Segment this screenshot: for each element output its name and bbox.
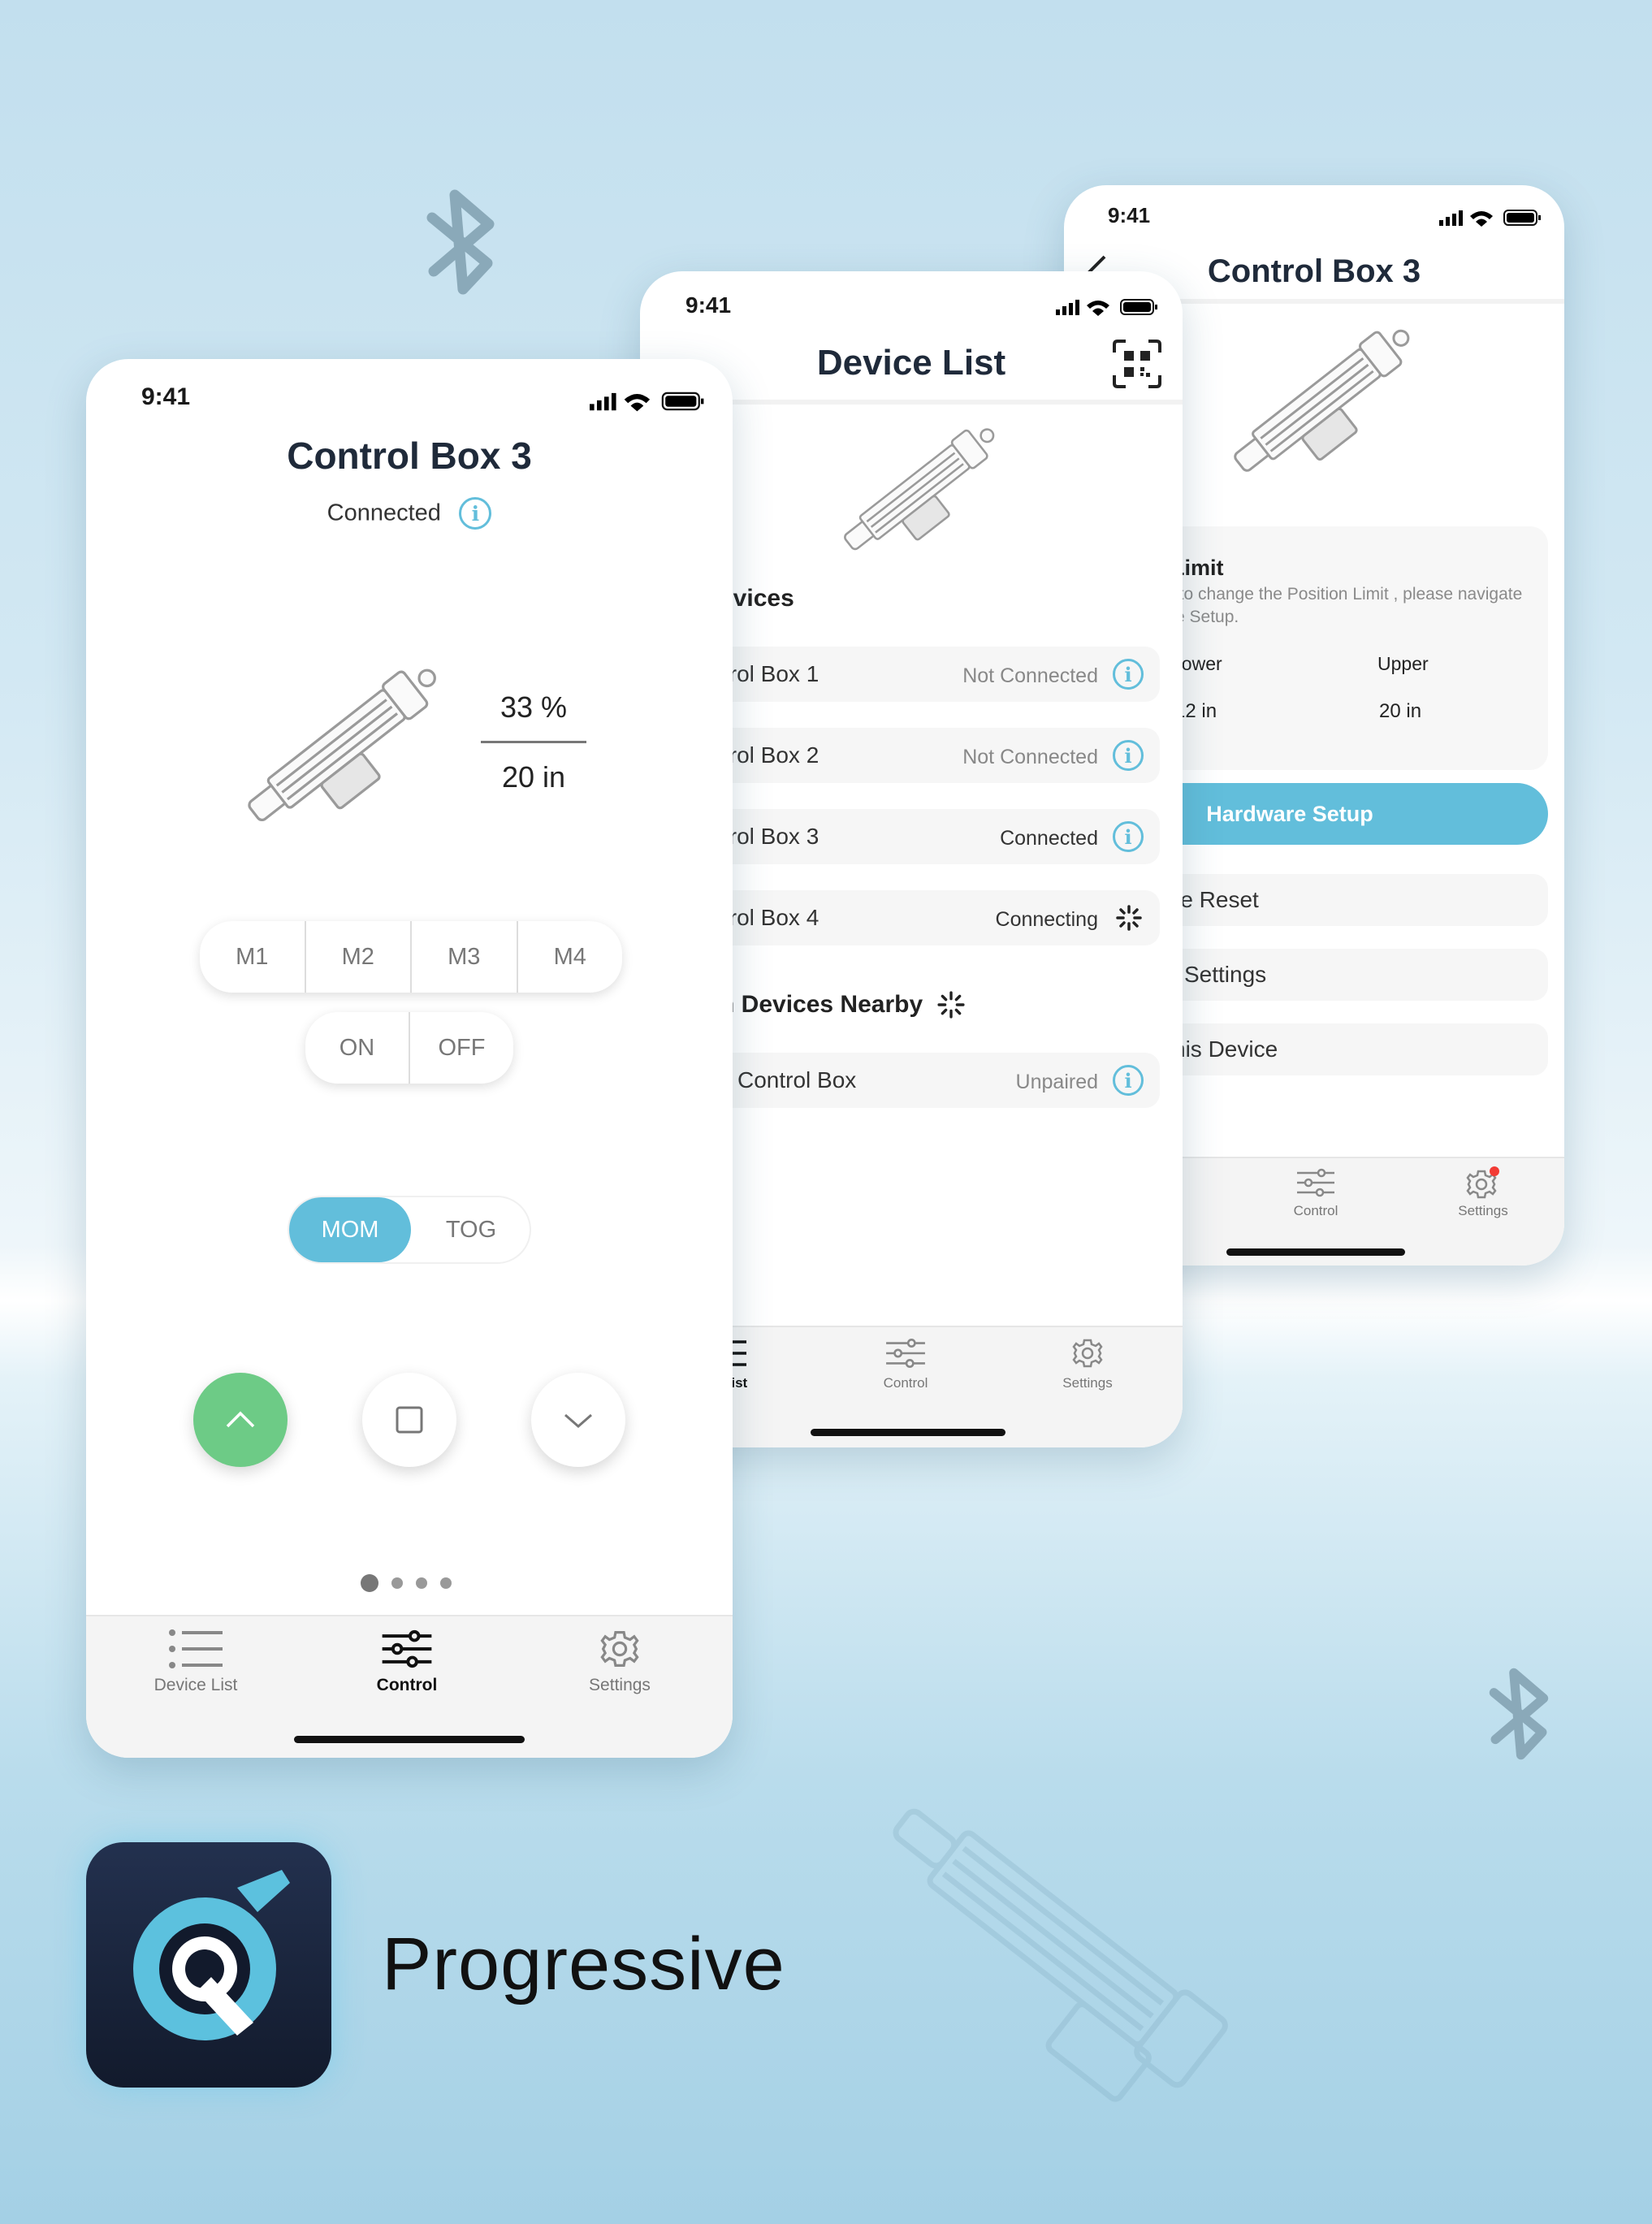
on-off-toggle: ON OFF xyxy=(305,1012,513,1084)
info-icon[interactable]: i xyxy=(1113,1065,1144,1096)
position-percent: 33 % xyxy=(499,690,568,724)
home-indicator xyxy=(294,1736,525,1743)
status-icons xyxy=(1056,299,1157,316)
progressive-logo-icon xyxy=(133,1870,290,2040)
page-dot[interactable] xyxy=(416,1577,427,1589)
actuator-image xyxy=(844,428,995,551)
status-time: 9:41 xyxy=(141,383,191,410)
qr-scan-icon[interactable] xyxy=(1113,340,1161,388)
limit-description: t to change the Position Limit , please … xyxy=(1170,585,1523,604)
spinner-icon xyxy=(937,991,965,1019)
spinner-icon xyxy=(1116,905,1142,931)
page: { "status_time": "9:41", "colors": {"acc… xyxy=(0,0,1652,2224)
upper-label: Upper xyxy=(1377,653,1429,674)
gear-icon xyxy=(1072,1339,1103,1368)
upper-value: 20 in xyxy=(1379,700,1422,722)
sliders-icon xyxy=(1297,1168,1334,1197)
memory-button-m1[interactable]: M1 xyxy=(200,921,306,993)
stop-button[interactable] xyxy=(362,1373,456,1467)
status-time: 9:41 xyxy=(1108,203,1151,227)
sliders-icon xyxy=(886,1339,925,1368)
status-time: 9:41 xyxy=(685,292,732,318)
tab-bar: Device List Control Settings xyxy=(86,1615,733,1758)
home-indicator xyxy=(1226,1248,1405,1256)
info-icon[interactable]: i xyxy=(1113,740,1144,771)
control-title: Control Box 3 xyxy=(287,435,532,477)
on-button[interactable]: ON xyxy=(305,1012,410,1084)
actuator-image xyxy=(1234,329,1410,472)
info-icon[interactable]: i xyxy=(1113,821,1144,852)
tab-control[interactable]: Control xyxy=(861,1335,950,1391)
page-dot[interactable] xyxy=(440,1577,452,1589)
chevron-down-icon xyxy=(564,1413,592,1428)
stop-icon xyxy=(396,1406,423,1434)
list-icon xyxy=(169,1629,223,1668)
memory-button-m3[interactable]: M3 xyxy=(412,921,518,993)
tab-settings[interactable]: Settings xyxy=(567,1626,672,1695)
mode-tog-button[interactable]: TOG xyxy=(411,1197,531,1262)
move-down-button[interactable] xyxy=(531,1373,625,1467)
section-nearby-devices: h Devices Nearby xyxy=(720,991,923,1018)
off-button[interactable]: OFF xyxy=(410,1012,513,1084)
mode-mom-button[interactable]: MOM xyxy=(289,1197,411,1262)
tab-settings[interactable]: Settings xyxy=(1043,1335,1132,1391)
status-icons xyxy=(590,392,704,412)
tab-settings[interactable]: Settings xyxy=(1434,1166,1532,1219)
home-indicator xyxy=(811,1429,1005,1436)
move-up-button[interactable] xyxy=(193,1373,288,1467)
info-icon[interactable]: i xyxy=(1113,659,1144,690)
phone-control: 9:41 Control Box 3 Connected i 33 % 20 i… xyxy=(86,359,733,1758)
page-dot[interactable] xyxy=(391,1577,403,1589)
tab-device-list[interactable]: Device List xyxy=(143,1626,249,1695)
chevron-up-icon xyxy=(226,1411,255,1428)
sliders-icon xyxy=(382,1629,432,1668)
brand-name: Progressive xyxy=(382,1923,785,2005)
memory-buttons: M1 M2 M3 M4 xyxy=(200,921,622,993)
position-length: 20 in xyxy=(501,760,566,794)
gear-icon xyxy=(1466,1166,1499,1199)
mode-switch: MOM TOG xyxy=(288,1196,531,1264)
bluetooth-icon xyxy=(426,189,495,295)
page-dot-active[interactable] xyxy=(361,1574,378,1592)
status-icons xyxy=(1439,210,1541,227)
connection-status: Connected xyxy=(327,500,441,526)
bluetooth-icon xyxy=(1489,1668,1549,1760)
memory-button-m2[interactable]: M2 xyxy=(306,921,412,993)
actuator-watermark-icon xyxy=(893,1808,1228,2102)
info-icon[interactable]: i xyxy=(459,497,492,530)
tab-control[interactable]: Control xyxy=(1267,1166,1364,1219)
app-logo xyxy=(86,1842,331,2088)
actuator-image xyxy=(248,668,436,822)
gear-icon xyxy=(600,1631,639,1667)
memory-button-m4[interactable]: M4 xyxy=(518,921,623,993)
tab-control[interactable]: Control xyxy=(354,1626,460,1695)
page-indicator xyxy=(361,1574,466,1594)
